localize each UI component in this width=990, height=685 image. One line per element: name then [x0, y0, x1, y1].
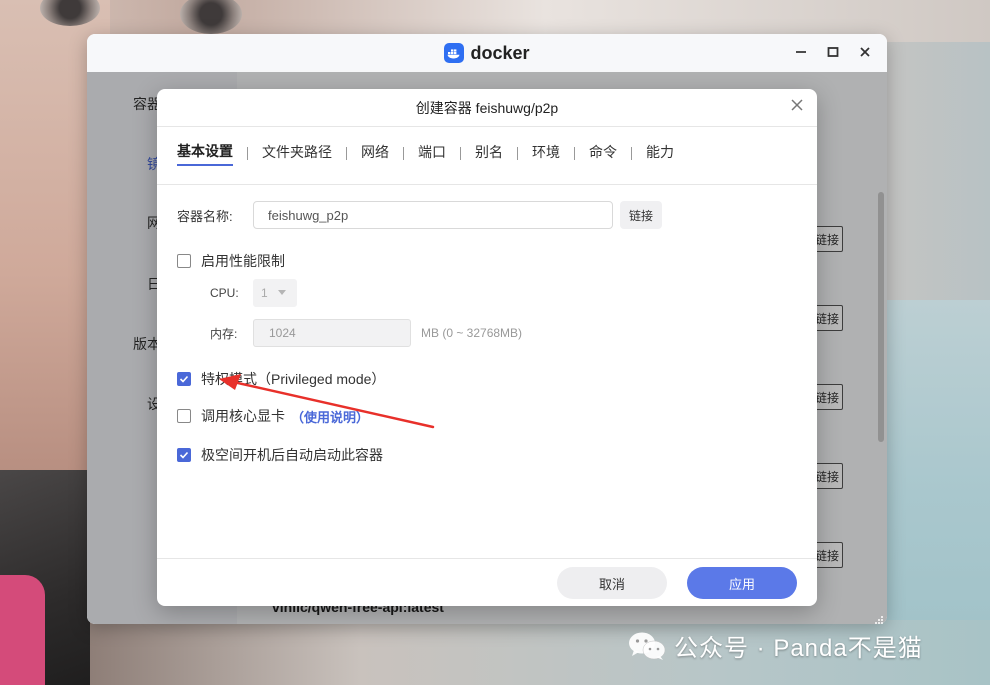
- link-button[interactable]: 链接: [620, 201, 662, 229]
- tab-ports[interactable]: 端口: [418, 142, 446, 165]
- privileged-row: 特权模式（Privileged mode）: [177, 369, 385, 389]
- autostart-row: 极空间开机后自动启动此容器: [177, 445, 383, 465]
- maximize-icon[interactable]: [825, 43, 841, 61]
- gpu-row: 调用核心显卡 （使用说明）: [177, 406, 369, 426]
- wechat-icon: [629, 632, 666, 660]
- gpu-checkbox[interactable]: [177, 409, 191, 423]
- container-name-label: 容器名称:: [177, 208, 233, 224]
- tab-divider: [631, 147, 632, 160]
- watermark-text: 公众号 · Panda不是猫: [674, 635, 923, 662]
- tab-divider: [574, 147, 575, 160]
- cpu-row: CPU: 1: [210, 279, 297, 307]
- footer-divider: [157, 558, 817, 559]
- memory-unit: MB (0 ~ 32768MB): [421, 326, 523, 340]
- memory-label: 内存:: [210, 326, 238, 341]
- tab-alias[interactable]: 别名: [475, 142, 503, 165]
- tab-network[interactable]: 网络: [361, 142, 389, 165]
- perf-limit-row: 启用性能限制: [177, 251, 285, 271]
- usage-guide-link[interactable]: （使用说明）: [291, 407, 369, 426]
- settings-tabs: 基本设置 文件夹路径 网络 端口 别名 环境 命令 能力: [177, 141, 674, 166]
- background-pink: [0, 575, 45, 685]
- dialog-header: 创建容器 feishuwg/p2p: [157, 89, 817, 127]
- create-container-dialog: 创建容器 feishuwg/p2p 基本设置 文件夹路径 网络 端口 别名 环境…: [157, 89, 817, 606]
- checkmark-icon: [179, 451, 189, 459]
- tab-folder-path[interactable]: 文件夹路径: [262, 142, 332, 165]
- resize-grip-icon[interactable]: [874, 612, 884, 624]
- watermark: 公众号 · Panda不是猫: [628, 628, 923, 663]
- docker-window-title: docker: [470, 42, 530, 63]
- memory-input[interactable]: 1024: [253, 319, 411, 347]
- close-icon[interactable]: [789, 99, 805, 115]
- dialog-title: 创建容器 feishuwg/p2p: [415, 99, 559, 116]
- tabs-divider: [157, 184, 817, 185]
- cancel-button[interactable]: 取消: [557, 567, 667, 599]
- tab-divider: [346, 147, 347, 160]
- container-name-input[interactable]: feishuwg_p2p: [253, 201, 613, 229]
- chevron-down-icon: [277, 290, 286, 295]
- tab-divider: [247, 147, 248, 160]
- tab-basic-settings[interactable]: 基本设置: [177, 141, 233, 166]
- cpu-select[interactable]: 1: [253, 279, 297, 307]
- privileged-label: 特权模式（Privileged mode）: [201, 371, 386, 387]
- perf-limit-checkbox[interactable]: [177, 254, 191, 268]
- apply-button[interactable]: 应用: [687, 567, 797, 599]
- tab-divider: [460, 147, 461, 160]
- tab-command[interactable]: 命令: [589, 142, 617, 165]
- cpu-label: CPU:: [210, 286, 239, 300]
- memory-row: 内存: 1024 MB (0 ~ 32768MB): [210, 319, 522, 347]
- docker-logo-icon: [444, 43, 465, 63]
- autostart-label: 极空间开机后自动启动此容器: [201, 447, 383, 463]
- tab-environment[interactable]: 环境: [532, 142, 560, 165]
- tab-divider: [517, 147, 518, 160]
- gpu-label: 调用核心显卡: [201, 408, 285, 424]
- privileged-checkbox[interactable]: [177, 372, 191, 386]
- autostart-checkbox[interactable]: [177, 448, 191, 462]
- cpu-value: 1: [261, 286, 268, 300]
- minimize-icon[interactable]: [793, 43, 809, 61]
- tab-capabilities[interactable]: 能力: [646, 142, 674, 165]
- perf-limit-label: 启用性能限制: [201, 253, 285, 269]
- close-window-icon[interactable]: [857, 43, 873, 61]
- docker-titlebar: docker: [87, 34, 887, 72]
- container-name-row: 容器名称: feishuwg_p2p 链接: [177, 201, 662, 229]
- tab-divider: [403, 147, 404, 160]
- checkmark-icon: [179, 375, 189, 383]
